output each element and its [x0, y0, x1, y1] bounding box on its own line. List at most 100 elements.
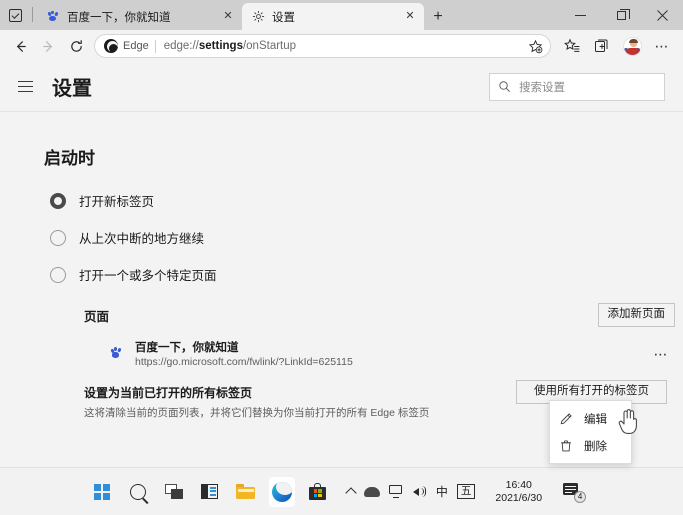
url-suffix: /onStartup: [243, 40, 296, 52]
edge-taskbar-button[interactable]: [269, 477, 295, 507]
close-button[interactable]: [642, 0, 683, 30]
radio-open-new-tab[interactable]: 打开新标签页: [50, 191, 683, 210]
tab-baidu[interactable]: 百度一下，你就知道 ✕: [37, 3, 242, 30]
page-item-url: https://go.microsoft.com/fwlink/?LinkId=…: [135, 356, 353, 368]
context-menu-label: 编辑: [584, 411, 607, 427]
tab-settings[interactable]: 设置 ✕: [242, 3, 424, 30]
tab-close-icon[interactable]: ✕: [220, 9, 236, 25]
back-button[interactable]: [6, 33, 34, 59]
browser-more-button[interactable]: ⋯: [647, 33, 677, 59]
tab-search-button[interactable]: [0, 0, 30, 30]
radio-button[interactable]: [50, 267, 66, 283]
taskbar-clock[interactable]: 16:40 2021/6/30: [495, 479, 542, 505]
chevron-up-icon: [345, 487, 356, 498]
address-bar-url: edge://settings/onStartup: [164, 40, 296, 52]
notification-badge: 4: [574, 491, 586, 503]
add-new-page-button[interactable]: 添加新页面: [598, 303, 676, 327]
widgets-button[interactable]: [197, 477, 223, 507]
windows-logo-icon: [94, 484, 110, 500]
widgets-icon: [201, 484, 218, 499]
page-item-texts: 百度一下，你就知道 https://go.microsoft.com/fwlin…: [135, 339, 353, 368]
browser-window: 百度一下，你就知道 ✕ 设置 ✕ +: [0, 0, 683, 515]
radio-button[interactable]: [50, 230, 66, 246]
refresh-button[interactable]: [62, 33, 90, 59]
minimize-button[interactable]: [560, 0, 601, 30]
volume-icon[interactable]: [413, 485, 427, 498]
radio-label: 打开一个或多个特定页面: [79, 265, 217, 284]
address-bar[interactable]: Edge edge://settings/onStartup: [94, 34, 551, 58]
new-tab-button[interactable]: +: [424, 3, 452, 30]
search-icon: [130, 484, 146, 500]
clock-date: 2021/6/30: [495, 492, 542, 505]
settings-header: 设置 搜索设置: [0, 62, 683, 112]
edge-logo-icon: [104, 39, 118, 53]
task-view-button[interactable]: [161, 477, 187, 507]
clock-time: 16:40: [495, 479, 542, 492]
radio-open-specific-pages[interactable]: 打开一个或多个特定页面: [50, 265, 683, 284]
baidu-favicon: [46, 10, 60, 24]
context-menu-item-delete[interactable]: 删除: [550, 432, 631, 459]
hamburger-menu-icon[interactable]: [18, 76, 40, 98]
windows-taskbar: 中 五 16:40 2021/6/30 4: [0, 467, 683, 515]
browser-toolbar: Edge edge://settings/onStartup: [0, 30, 683, 62]
notification-center-button[interactable]: 4: [563, 482, 585, 502]
context-menu-label: 删除: [584, 438, 607, 454]
search-settings-input[interactable]: 搜索设置: [489, 73, 665, 101]
ime-mode-indicator[interactable]: 中: [436, 483, 448, 500]
page-item-more-button[interactable]: ⋯: [651, 344, 671, 364]
settings-content: 启动时 打开新标签页 从上次中断的地方继续 打开一个或多个特定页面 页面 添加新…: [0, 112, 683, 420]
onedrive-icon[interactable]: [364, 487, 380, 497]
radio-button[interactable]: [50, 193, 66, 209]
forward-button[interactable]: [34, 33, 62, 59]
pencil-icon: [559, 412, 575, 426]
omnibox-brand-label: Edge: [123, 40, 149, 52]
tab-close-icon[interactable]: ✕: [402, 9, 418, 25]
page-item-title: 百度一下，你就知道: [135, 339, 353, 355]
pages-section: 页面 添加新页面 百度一下，你就知道 https://go.microsoft.…: [84, 302, 675, 370]
gear-icon: [251, 10, 265, 24]
url-bold: settings: [199, 40, 243, 52]
taskbar-search-button[interactable]: [125, 477, 151, 507]
tab-search-icon: [9, 9, 22, 22]
network-icon[interactable]: [389, 485, 404, 498]
window-controls: [560, 0, 683, 30]
page-list-item[interactable]: 百度一下，你就知道 https://go.microsoft.com/fwlin…: [108, 336, 675, 370]
trash-icon: [559, 439, 575, 453]
radio-continue-where-left-off[interactable]: 从上次中断的地方继续: [50, 228, 683, 247]
more-dots-icon: ⋯: [654, 347, 669, 361]
taskbar-pinned-apps: 中 五 16:40 2021/6/30 4: [89, 477, 594, 507]
context-menu-item-edit[interactable]: 编辑: [550, 405, 631, 432]
tray-overflow-button[interactable]: [347, 486, 355, 497]
page-item-context-menu: 编辑 删除: [549, 400, 632, 464]
file-explorer-button[interactable]: [233, 477, 259, 507]
profile-button[interactable]: [617, 33, 647, 59]
section-title-on-startup: 启动时: [44, 144, 683, 169]
folder-icon: [236, 484, 255, 499]
task-view-icon: [165, 484, 183, 499]
omnibox-divider: [155, 40, 156, 53]
start-button[interactable]: [89, 477, 115, 507]
collections-button[interactable]: [587, 33, 617, 59]
more-dots-icon: ⋯: [655, 39, 670, 53]
pages-label: 页面: [84, 306, 109, 325]
ime-layout-indicator[interactable]: 五: [457, 484, 476, 499]
pages-header: 页面 添加新页面: [84, 302, 675, 328]
url-prefix: edge://: [164, 40, 199, 52]
title-bar: 百度一下，你就知道 ✕ 设置 ✕ +: [0, 0, 683, 30]
store-icon: [309, 483, 326, 500]
system-tray: 中 五: [347, 483, 476, 500]
avatar: [623, 37, 642, 56]
search-placeholder: 搜索设置: [519, 79, 565, 95]
favorite-add-icon[interactable]: [524, 35, 546, 57]
radio-label: 打开新标签页: [79, 191, 154, 210]
tab-label: 百度一下，你就知道: [67, 9, 216, 25]
titlebar-divider: [32, 7, 33, 22]
favorites-button[interactable]: [557, 33, 587, 59]
tab-label: 设置: [272, 9, 398, 25]
maximize-button[interactable]: [601, 0, 642, 30]
microsoft-store-button[interactable]: [305, 477, 331, 507]
baidu-favicon: [108, 347, 124, 359]
edge-icon: [272, 482, 292, 502]
search-icon: [498, 80, 511, 93]
radio-label: 从上次中断的地方继续: [79, 228, 204, 247]
